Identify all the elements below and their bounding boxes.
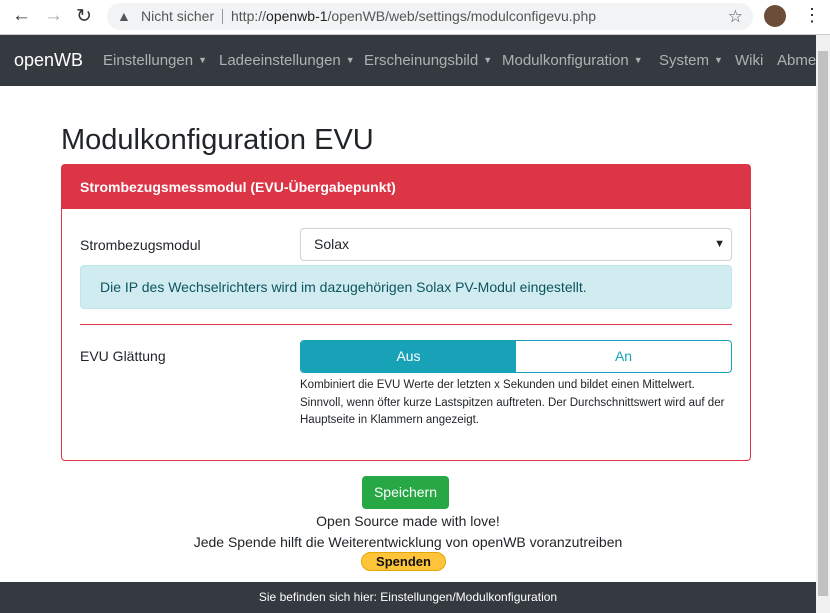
warning-icon: ▲	[117, 8, 131, 24]
nav-label: Modulkonfiguration	[502, 52, 629, 69]
module-select[interactable]: Solax ▼	[300, 228, 732, 261]
chevron-down-icon: ▼	[714, 238, 725, 250]
navbar: openWB Einstellungen ▼ Ladeeinstellungen ▼…	[0, 35, 816, 86]
profile-avatar[interactable]	[764, 5, 786, 27]
nav-ladeeinstellungen[interactable]: Ladeeinstellungen ▼	[219, 52, 355, 69]
donate-text: Jede Spende hilft die Weiterentwicklung …	[193, 534, 623, 550]
save-button[interactable]: Speichern	[362, 476, 449, 509]
option-an[interactable]: An	[516, 341, 731, 372]
smoothing-help-text: Kombiniert die EVU Werte der letzten x S…	[300, 379, 725, 426]
url-host: openwb-1	[266, 8, 328, 24]
nav-abmelden[interactable]: Abmelden	[777, 52, 816, 69]
bookmark-star-icon[interactable]: ☆	[728, 3, 743, 30]
scrollbar[interactable]	[816, 35, 830, 613]
option-aus[interactable]: Aus	[301, 341, 516, 372]
nav-einstellungen[interactable]: Einstellungen ▼	[103, 52, 207, 69]
module-label: Strombezugsmodul	[80, 237, 201, 253]
card-header: Strombezugsmessmodul (EVU-Übergabepunkt)	[62, 165, 750, 209]
url-path: /openWB/web/settings/modulconfigevu.php	[327, 8, 597, 24]
nav-label: Ladeeinstellungen	[219, 52, 341, 69]
caret-down-icon: ▼	[345, 55, 355, 65]
nav-erscheinungsbild[interactable]: Erscheinungsbild ▼	[364, 52, 492, 69]
scrollbar-thumb[interactable]	[818, 51, 828, 596]
divider	[222, 9, 223, 24]
divider	[80, 324, 732, 325]
evu-module-card: Strombezugsmessmodul (EVU-Übergabepunkt)…	[61, 164, 751, 461]
browser-toolbar: ← → ↻ ▲ Nicht sicher http://openwb-1/ope…	[0, 0, 830, 35]
select-value: Solax	[314, 236, 350, 252]
back-icon[interactable]: ←	[12, 5, 31, 27]
donate-button[interactable]: Spenden	[361, 552, 446, 571]
url-scheme: http://	[231, 8, 267, 24]
caret-down-icon: ▼	[483, 55, 493, 65]
address-bar[interactable]: ▲ Nicht sicher http://openwb-1/openWB/we…	[107, 3, 753, 30]
security-label: Nicht sicher	[141, 8, 215, 24]
forward-icon[interactable]: →	[44, 5, 63, 27]
info-alert: Die IP des Wechselrichters wird im dazug…	[80, 265, 732, 309]
more-menu-icon[interactable]: ⋮	[803, 5, 821, 26]
smoothing-label: EVU Glättung	[80, 348, 166, 364]
caret-down-icon: ▼	[198, 55, 207, 65]
caret-down-icon: ▼	[633, 55, 643, 65]
caret-down-icon: ▼	[714, 55, 723, 65]
love-text: Open Source made with love!	[316, 513, 500, 529]
nav-modulkonfiguration[interactable]: Modulkonfiguration ▼	[502, 52, 643, 69]
reload-icon[interactable]: ↻	[76, 5, 92, 28]
nav-label: Erscheinungsbild	[364, 52, 479, 69]
nav-wiki[interactable]: Wiki	[735, 52, 763, 69]
page-title: Modulkonfiguration EVU	[61, 124, 374, 156]
breadcrumb-footer: Sie befinden sich hier: Einstellungen/Mo…	[0, 582, 816, 613]
nav-label: Einstellungen	[103, 52, 194, 69]
nav-system[interactable]: System ▼	[659, 52, 723, 69]
url-text: http://openwb-1/openWB/web/settings/modu…	[231, 3, 596, 30]
smoothing-toggle[interactable]: Aus An	[300, 340, 732, 373]
nav-label: System	[659, 52, 710, 69]
